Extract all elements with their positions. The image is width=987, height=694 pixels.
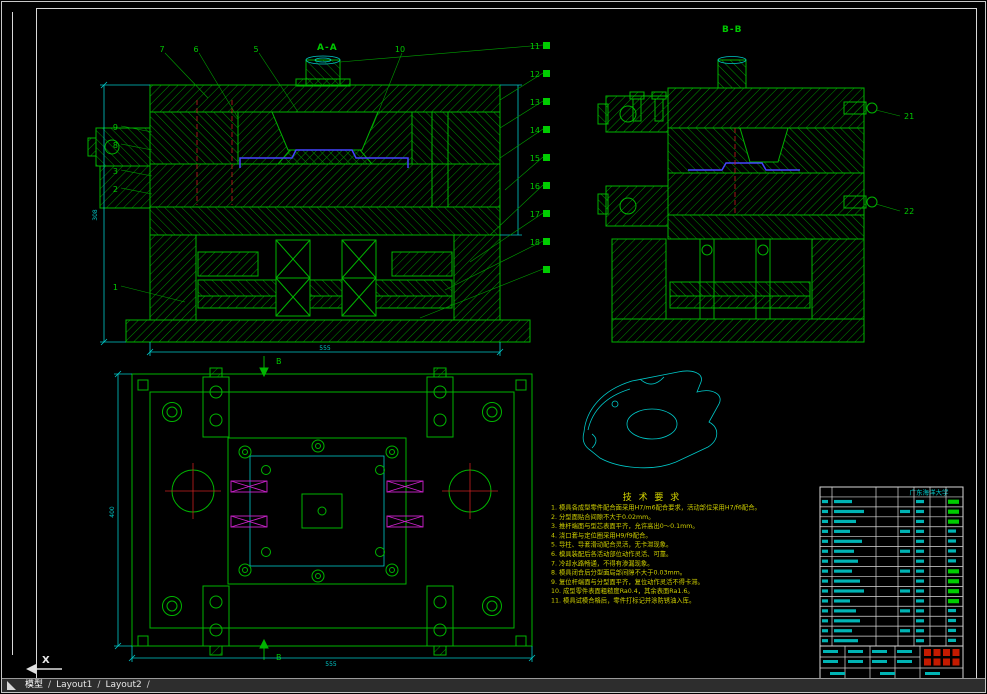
balloon-label: 13 — [530, 98, 540, 107]
balloon-label: 10 — [395, 45, 405, 54]
section-mark-b: B — [276, 653, 282, 662]
layout-tab-bar: 模型 / Layout1 / Layout2 / — [2, 678, 985, 692]
tab-strip-corner-icon — [7, 681, 16, 690]
dim-text-a-left: 308 — [92, 209, 99, 221]
iso-part-view — [583, 371, 720, 468]
side-lock-screws — [231, 481, 423, 527]
balloon-label: 11 — [530, 42, 540, 51]
tech-line: 6. 模具装配后各活动部位动作灵活、可靠。 — [551, 549, 672, 558]
tech-line: 3. 推杆端面与型芯表面平齐，允许高出0～0.1mm。 — [551, 521, 699, 530]
balloon-label: 6 — [193, 45, 198, 54]
tech-line: 2. 分型面贴合间隙不大于0.02mm。 — [551, 512, 655, 521]
cad-canvas[interactable]: 308 555 A-A 7 6 5 10 9 8 3 2 1 — [0, 0, 987, 694]
balloon-label: 2 — [113, 185, 118, 194]
tech-title: 技 术 要 求 — [623, 491, 682, 503]
balloon-label: 12 — [530, 70, 540, 79]
bom-grid — [820, 487, 963, 681]
ucs-x-label: X — [42, 655, 50, 666]
tab-layout2[interactable]: Layout2 — [101, 679, 145, 692]
balloon-label: 22 — [904, 207, 914, 216]
section-label-aa: A-A — [317, 43, 338, 53]
tech-line: 8. 模具闭合后分型面局部间隙不大于0.03mm。 — [551, 568, 686, 577]
balloon-label: 14 — [530, 126, 540, 135]
tech-line: 1. 模具各成型零件配合面采用H7/m6配合要求，活动部位采用H7/f6配合。 — [551, 503, 761, 512]
autocad-window: 308 555 A-A 7 6 5 10 9 8 3 2 1 — [0, 0, 987, 694]
dim-text-a-bottom: 555 — [319, 345, 331, 352]
balloon-label: 18 — [530, 238, 540, 247]
bom-table: 广东海洋大学 — [820, 487, 963, 681]
section-view-b: B-B — [598, 25, 914, 342]
tech-requirements: 技 术 要 求 1. 模具各成型零件配合面采用H7/m6配合要求，活动部位采用H… — [551, 491, 761, 605]
section-view-a: 308 555 A-A 7 6 5 10 9 8 3 2 1 — [88, 43, 530, 356]
balloon-label: 16 — [530, 182, 540, 191]
balloon-label: 8 — [113, 141, 118, 150]
balloon-label: 1 — [113, 283, 118, 292]
tech-line: 11. 模具试模合格后，零件打标记并涂防锈油入库。 — [551, 596, 695, 605]
balloon-label: 15 — [530, 154, 540, 163]
tech-line: 7. 冷却水路畅通，不得有渗漏现象。 — [551, 558, 653, 567]
balloon-label: 9 — [113, 123, 118, 132]
tab-layout1[interactable]: Layout1 — [52, 679, 96, 692]
plan-view: B B 400 555 — [109, 356, 535, 668]
section-label-bb: B-B — [722, 25, 742, 35]
school-name: 广东海洋大学 — [910, 488, 950, 497]
balloon-label: 17 — [530, 210, 540, 219]
dim-text-plan-bottom: 555 — [325, 661, 337, 668]
ucs-icon: X — [26, 655, 62, 674]
tech-line: 10. 成型零件表面粗糙度Ra0.4，其余表面Ra1.6。 — [551, 586, 694, 595]
dim-text-plan-left: 400 — [109, 506, 116, 518]
balloon-label: 21 — [904, 112, 914, 121]
tab-separator: / — [146, 679, 151, 692]
tab-model[interactable]: 模型 — [21, 679, 47, 692]
balloon-label: 7 — [159, 45, 164, 54]
tech-line: 4. 浇口套与定位圈采用H9/f9配合。 — [551, 530, 652, 539]
dimension-lines-plan — [114, 371, 535, 662]
balloon-label: 5 — [253, 45, 258, 54]
section-mark-b: B — [276, 357, 282, 366]
tech-line: 9. 复位杆端面与分型面平齐，复位动作灵活不得卡滞。 — [551, 577, 704, 586]
tech-line: 5. 导柱、导套滑动配合灵活，无卡滞现象。 — [551, 540, 672, 549]
balloon-label: 3 — [113, 167, 118, 176]
